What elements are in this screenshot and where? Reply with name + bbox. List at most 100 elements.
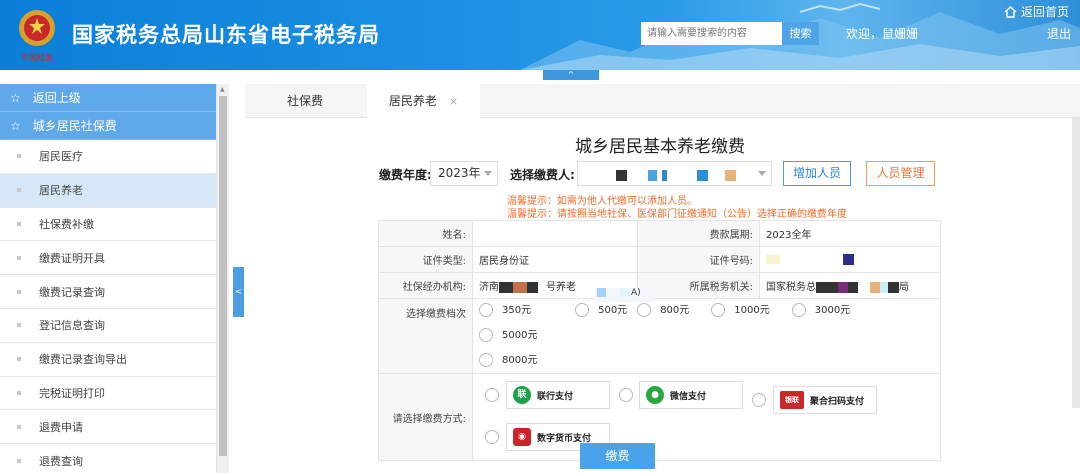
tax-office-value: 国家税务总 局: [759, 272, 941, 299]
sidebar-item[interactable]: 缴费证明开具: [0, 241, 216, 276]
sidebar-item[interactable]: 缴费记录查询导出: [0, 343, 216, 377]
scrollbar-thumb[interactable]: [219, 96, 227, 456]
svg-text:中国税务: 中国税务: [21, 52, 53, 62]
id-type-label: 证件类型:: [378, 246, 473, 273]
pay-method-label: 请选择缴费方式:: [378, 373, 473, 461]
redacted-block: [513, 281, 527, 293]
year-label: 缴费年度:: [379, 168, 432, 182]
pay-method-option[interactable]: ● 微信支付: [639, 381, 743, 409]
bullet-icon: [17, 424, 21, 429]
sidebar-item-label: 居民养老: [39, 184, 83, 198]
close-icon[interactable]: ×: [449, 95, 458, 108]
tier-option[interactable]: 500元: [575, 299, 627, 323]
sidebar-scrollbar[interactable]: ▲: [217, 84, 229, 473]
sidebar-item-label: 完税证明打印: [39, 386, 105, 400]
header-collapse-toggle[interactable]: ^: [543, 70, 599, 80]
tier-option[interactable]: 350元: [479, 299, 531, 323]
add-person-button[interactable]: 增加人员: [783, 161, 851, 186]
radio-button[interactable]: [619, 388, 633, 402]
pay-method-label: 联行支付: [537, 391, 574, 402]
site-title: 国家税务总局山东省电子税务局: [72, 23, 380, 47]
tier-option-label: 3000元: [814, 305, 851, 316]
sidebar-back-link[interactable]: ☆ 返回上级: [0, 84, 216, 112]
search-input[interactable]: [641, 22, 782, 45]
tier-option[interactable]: 3000元: [791, 299, 851, 323]
radio-button[interactable]: [711, 303, 726, 317]
tier-option[interactable]: 8000元: [479, 349, 912, 373]
tax-office-prefix: 国家税务总: [766, 282, 816, 293]
sidebar-item-label: 居民医疗: [39, 150, 83, 164]
radio-button[interactable]: [479, 328, 493, 342]
sidebar-section-header[interactable]: ☆ 城乡居民社保费: [0, 112, 216, 140]
sidebar-item[interactable]: 缴费记录查询: [0, 275, 216, 309]
tax-office-label: 所属税务机关:: [637, 272, 760, 299]
site-header: 中国税务 国家税务总局山东省电子税务局 搜索 欢迎，鼠姗姗 返回首页 退出: [0, 0, 1080, 70]
sidebar-item-label: 社保费补缴: [39, 217, 94, 231]
bullet-icon: [17, 221, 21, 226]
bullet-icon: [17, 255, 21, 260]
id-number-value: [759, 246, 941, 273]
sidebar-item[interactable]: 居民养老: [0, 173, 216, 208]
payer-label: 选择缴费人:: [510, 168, 575, 182]
payer-select[interactable]: [577, 161, 772, 186]
radio-button[interactable]: [479, 353, 493, 367]
pay-method-label: 数字货币支付: [537, 433, 592, 444]
sidebar-item[interactable]: 退费申请: [0, 410, 216, 445]
digital-currency-icon: ◉: [513, 428, 531, 446]
scroll-up-arrow-icon[interactable]: ▲: [220, 86, 225, 93]
sidebar-item-label: 缴费记录查询导出: [39, 353, 127, 367]
logout-link[interactable]: 退出: [1047, 25, 1071, 42]
tab-social-security[interactable]: 社保费: [245, 84, 365, 118]
main-scrollbar[interactable]: [1072, 118, 1080, 408]
tier-option[interactable]: 800元: [637, 299, 689, 323]
redacted-block: [697, 170, 708, 181]
radio-button[interactable]: [637, 303, 652, 317]
redacted-block: [843, 253, 855, 265]
pay-method-options: 联联行支付 ● 微信支付 银联 聚合扫码支付 ◉ 数字货币支付: [472, 373, 941, 461]
tier-option[interactable]: 5000元: [479, 324, 537, 348]
radio-button[interactable]: [479, 303, 493, 317]
pay-method-option[interactable]: 联联行支付: [506, 381, 610, 409]
bullet-icon: [17, 458, 21, 463]
id-number-label: 证件号码:: [637, 246, 760, 273]
redacted-block: [620, 288, 629, 297]
sidebar-item[interactable]: 居民医疗: [0, 140, 216, 174]
tier-option[interactable]: 1000元: [711, 299, 770, 323]
payment-form-table: 姓名: 费款属期: 2023全年 证件类型: 居民身份证 证件号码: 社保经办机…: [378, 220, 941, 461]
redacted-block: [888, 281, 899, 293]
sidebar-collapse-toggle[interactable]: <: [233, 267, 244, 317]
radio-button[interactable]: [485, 430, 499, 444]
pay-method-option[interactable]: 银联 聚合扫码支付: [773, 386, 877, 414]
bullet-icon: [17, 390, 21, 395]
pay-submit-button[interactable]: 缴费: [580, 443, 655, 469]
home-link[interactable]: 返回首页: [1004, 3, 1069, 20]
bullet-icon: [17, 289, 21, 294]
year-value: 2023年: [438, 166, 481, 180]
redacted-block: [816, 281, 838, 293]
tier-option-label: 5000元: [502, 330, 538, 341]
sidebar-item-label: 缴费证明开具: [39, 251, 105, 265]
tab-resident-pension[interactable]: 居民养老 ×: [367, 84, 480, 119]
radio-button[interactable]: [575, 303, 590, 317]
main-content: 城乡居民基本养老缴费 缴费年度: 2023年 选择缴费人: 增加人员 人员管理 …: [245, 118, 1080, 473]
sidebar-item[interactable]: 完税证明打印: [0, 377, 216, 411]
tip-text: 温馨提示：请按照当地社保、医保部门征缴通知（公告）选择正确的缴费年度: [507, 209, 847, 220]
sidebar-item[interactable]: 登记信息查询: [0, 309, 216, 343]
sidebar-item[interactable]: 退费查询: [0, 444, 216, 473]
radio-button[interactable]: [791, 303, 806, 317]
radio-button[interactable]: [752, 393, 766, 407]
radio-button[interactable]: [485, 388, 499, 402]
home-link-label: 返回首页: [1021, 5, 1070, 19]
id-type-value: 居民身份证: [472, 246, 638, 273]
agency-overlay: A): [595, 288, 655, 302]
redacted-block: [848, 281, 858, 293]
sidebar-item[interactable]: 社保费补缴: [0, 208, 216, 242]
star-icon: ☆: [10, 118, 21, 133]
agency-label: 社保经办机构:: [378, 272, 473, 299]
manage-persons-button[interactable]: 人员管理: [866, 161, 935, 186]
bullet-icon: [17, 154, 21, 159]
page-title: 城乡居民基本养老缴费: [575, 137, 745, 157]
search-button[interactable]: 搜索: [782, 22, 819, 45]
year-select[interactable]: 2023年: [430, 161, 498, 186]
chevron-down-icon: [484, 171, 492, 176]
